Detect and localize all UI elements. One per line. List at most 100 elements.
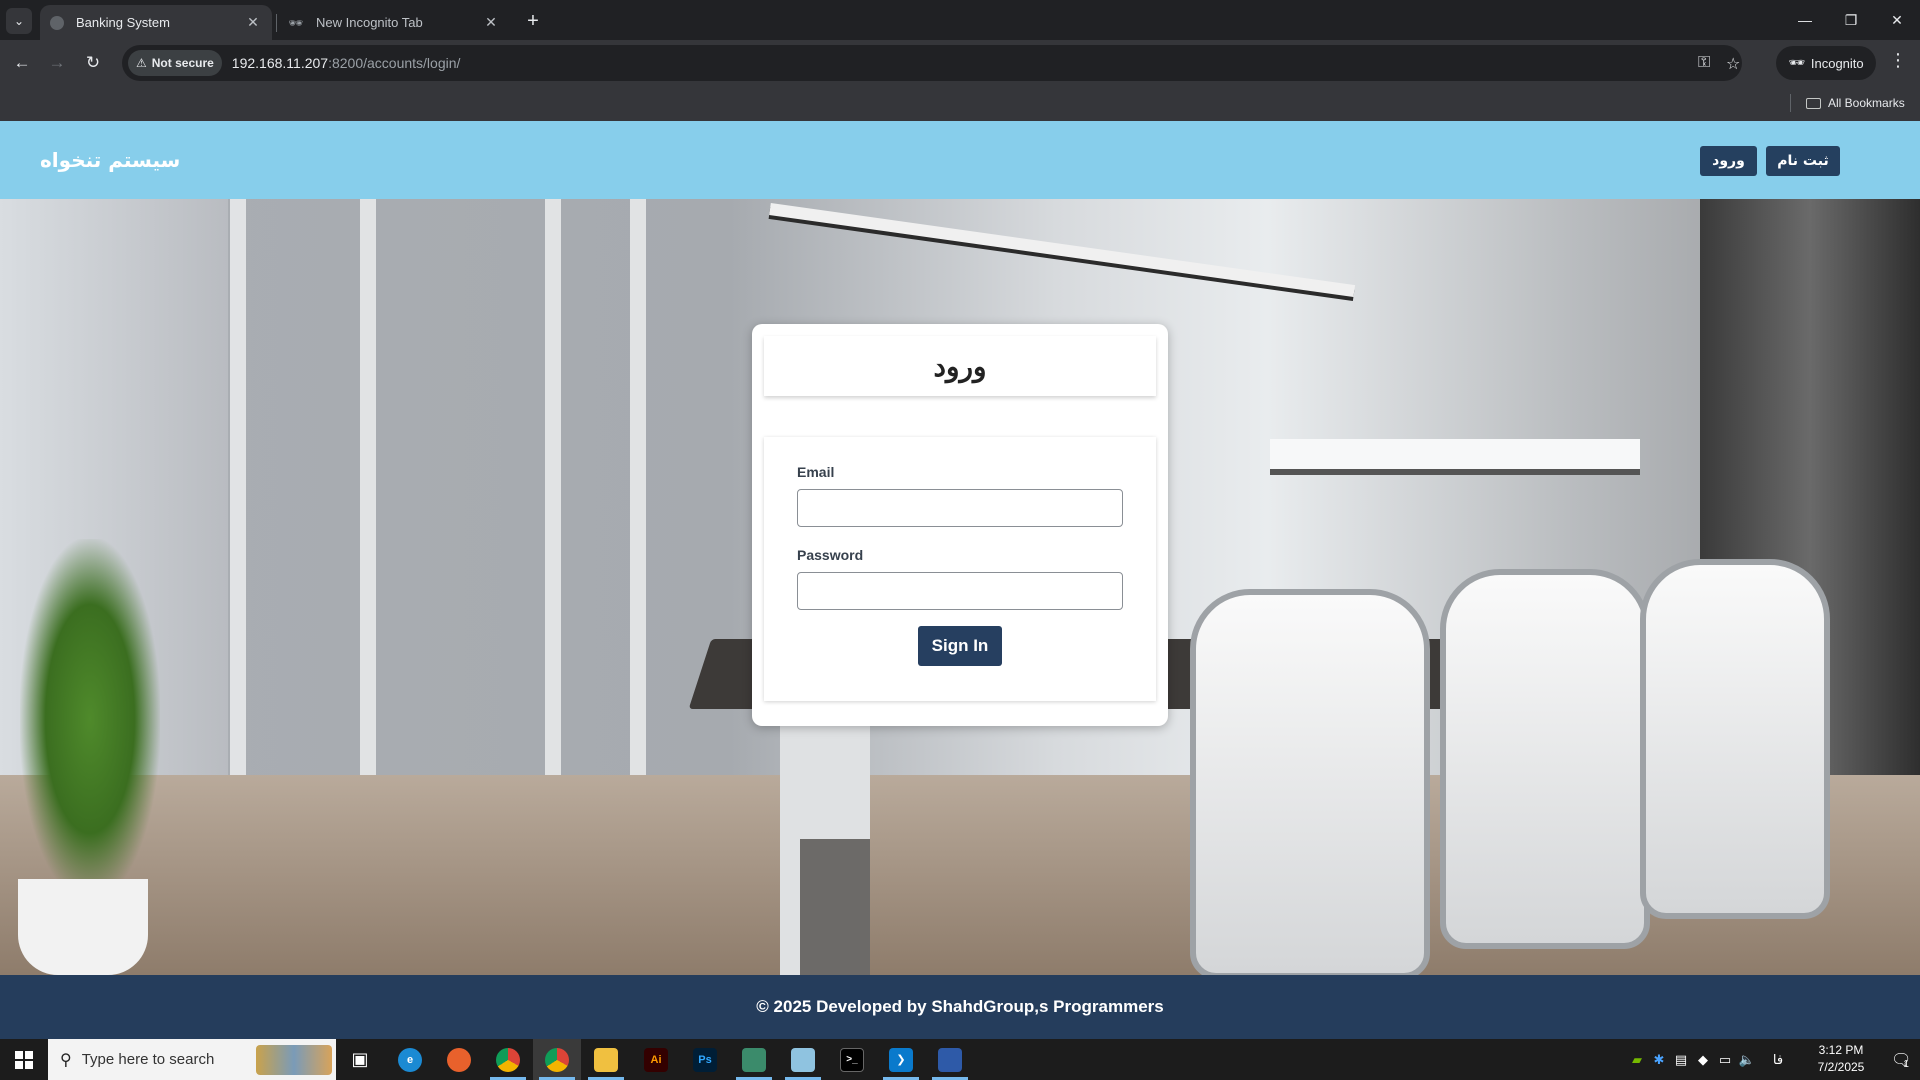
notification-count: 1 <box>1903 1059 1909 1070</box>
login-card-header: ورود <box>764 336 1156 396</box>
chrome-button[interactable] <box>484 1039 532 1080</box>
chrome-icon <box>496 1047 520 1072</box>
photoshop-button[interactable]: Ps <box>681 1039 729 1080</box>
restore-icon: ❐ <box>1844 11 1858 28</box>
network-manager-button[interactable] <box>926 1039 974 1080</box>
language-indicator[interactable]: فا <box>1758 1052 1798 1068</box>
minimize-icon: — <box>1798 12 1812 28</box>
minimize-button[interactable]: — <box>1782 0 1828 40</box>
search-placeholder: Type here to search <box>81 1051 215 1068</box>
vscode-button[interactable]: ❯ <box>877 1039 925 1080</box>
footer-text: © 2025 Developed by ShahdGroup,s Program… <box>756 997 1164 1016</box>
folder-icon <box>1806 97 1821 109</box>
password-label: Password <box>797 547 864 563</box>
browser-toolbar: ← → ↻ ⚠ Not secure 192.168.11.207:8200/a… <box>0 40 1920 86</box>
bookmark-star-icon[interactable]: ☆ <box>1726 54 1740 74</box>
incognito-icon: 🕶 <box>1788 55 1805 70</box>
incognito-label: Incognito <box>1810 55 1864 71</box>
close-window-button[interactable]: ✕ <box>1874 0 1920 40</box>
clock-date: 7/2/2025 <box>1817 1060 1865 1074</box>
windows-icon <box>15 1050 33 1069</box>
address-bar[interactable]: ⚠ Not secure 192.168.11.207:8200/account… <box>122 45 1742 81</box>
web-page: سیستم تنخواه ورود ثبت نام ورود Email Pas… <box>0 121 1920 1039</box>
notification-center-button[interactable]: 🗨 1 <box>1880 1039 1920 1080</box>
bookmarks-bar: All Bookmarks <box>0 86 1920 121</box>
bg-plant <box>20 539 160 899</box>
email-field[interactable] <box>797 489 1123 527</box>
bg-desk-panel <box>800 839 870 975</box>
sign-in-button[interactable]: Sign In <box>918 626 1002 666</box>
volume-icon[interactable]: 🔈 <box>1736 1052 1758 1068</box>
illustrator-icon: Ai <box>644 1047 668 1072</box>
globe-icon <box>50 15 64 30</box>
restore-button[interactable]: ❐ <box>1828 0 1874 40</box>
illustrator-button[interactable]: Ai <box>632 1039 680 1080</box>
close-icon[interactable]: ✕ <box>244 14 262 31</box>
login-card: ورود Email Password Sign In <box>752 324 1168 726</box>
site-footer: © 2025 Developed by ShahdGroup,s Program… <box>0 975 1920 1039</box>
nvidia-icon[interactable]: ▰ <box>1626 1052 1648 1068</box>
search-highlight-image <box>256 1045 332 1075</box>
terminal-icon: >_ <box>840 1047 864 1072</box>
password-field[interactable] <box>797 572 1123 610</box>
bg-chair <box>1440 569 1650 949</box>
url-path: :8200/accounts/login/ <box>328 55 461 71</box>
network-tool-button[interactable] <box>730 1039 778 1080</box>
chrome-icon <box>545 1047 569 1072</box>
file-explorer-button[interactable] <box>582 1039 630 1080</box>
incognito-indicator[interactable]: 🕶 Incognito <box>1776 46 1876 80</box>
browser-menu-button[interactable]: ⋮ <box>1886 50 1910 71</box>
chevron-down-icon: ⌄ <box>13 14 25 28</box>
tab-search-button[interactable]: ⌄ <box>6 8 32 34</box>
reload-icon: ↻ <box>85 53 101 72</box>
forward-button[interactable]: → <box>43 49 71 77</box>
browser-tab-strip: ⌄ Banking System ✕ 🕶 New Incognito Tab ✕… <box>0 0 1920 40</box>
task-view-icon: ▣ <box>351 1049 369 1069</box>
taskbar-search[interactable]: ⚲ Type here to search <box>48 1039 336 1080</box>
bookmarks-separator <box>1790 94 1791 112</box>
task-view-button[interactable]: ▣ <box>336 1039 384 1080</box>
incognito-icon: 🕶 <box>288 15 304 30</box>
search-icon: ⚲ <box>60 1051 72 1069</box>
chrome-incognito-button[interactable] <box>533 1039 581 1080</box>
password-key-icon[interactable]: ⚿ <box>1698 54 1710 72</box>
arrow-left-icon: ← <box>13 53 31 72</box>
close-icon[interactable]: ✕ <box>482 14 500 31</box>
tab-separator <box>276 14 277 32</box>
terminal-button[interactable]: >_ <box>828 1039 876 1080</box>
bg-chair <box>1640 559 1830 919</box>
bg-plant-pot <box>18 879 148 975</box>
tab-banking-system[interactable]: Banking System ✕ <box>40 5 272 40</box>
notepad-icon <box>791 1047 815 1072</box>
shield-icon[interactable]: ◆ <box>1692 1052 1714 1068</box>
clock-time: 3:12 PM <box>1818 1043 1864 1057</box>
bg-lamp <box>769 203 1356 298</box>
back-button[interactable]: ← <box>8 49 36 77</box>
taskbar-clock[interactable]: 3:12 PM 7/2/2025 <box>1806 1042 1876 1076</box>
bluetooth-icon[interactable]: ✱ <box>1648 1052 1670 1068</box>
tab-title: New Incognito Tab <box>316 15 423 30</box>
email-label: Email <box>797 464 835 480</box>
notepad-button[interactable] <box>779 1039 827 1080</box>
tray-app-icon[interactable]: ▤ <box>1670 1052 1692 1068</box>
edge-button[interactable]: e <box>386 1039 434 1080</box>
register-nav-button[interactable]: ثبت نام <box>1766 146 1840 176</box>
site-brand[interactable]: سیستم تنخواه <box>40 148 180 172</box>
new-tab-button[interactable]: + <box>520 8 546 34</box>
login-nav-button[interactable]: ورود <box>1700 146 1757 176</box>
tab-title: Banking System <box>76 15 170 30</box>
tab-new-incognito[interactable]: 🕶 New Incognito Tab ✕ <box>278 5 510 40</box>
start-button[interactable] <box>0 1039 48 1080</box>
bg-chair <box>1190 589 1430 975</box>
url-text[interactable]: 192.168.11.207:8200/accounts/login/ <box>232 55 461 71</box>
office-background-image: ورود Email Password Sign In <box>0 199 1920 975</box>
all-bookmarks-button[interactable]: All Bookmarks <box>1806 92 1905 114</box>
bg-shelf <box>1270 439 1640 475</box>
system-tray: ▰ ✱ ▤ ◆ ▭ 🔈 فا <box>1626 1039 1798 1080</box>
windows-taskbar: ⚲ Type here to search ▣ e Ai Ps >_ ❯ ▰ ✱… <box>0 1039 1920 1080</box>
more-vert-icon: ⋮ <box>1889 50 1907 70</box>
security-chip[interactable]: ⚠ Not secure <box>128 50 222 76</box>
reload-button[interactable]: ↻ <box>79 49 107 77</box>
network-icon[interactable]: ▭ <box>1714 1052 1736 1068</box>
firefox-button[interactable] <box>435 1039 483 1080</box>
